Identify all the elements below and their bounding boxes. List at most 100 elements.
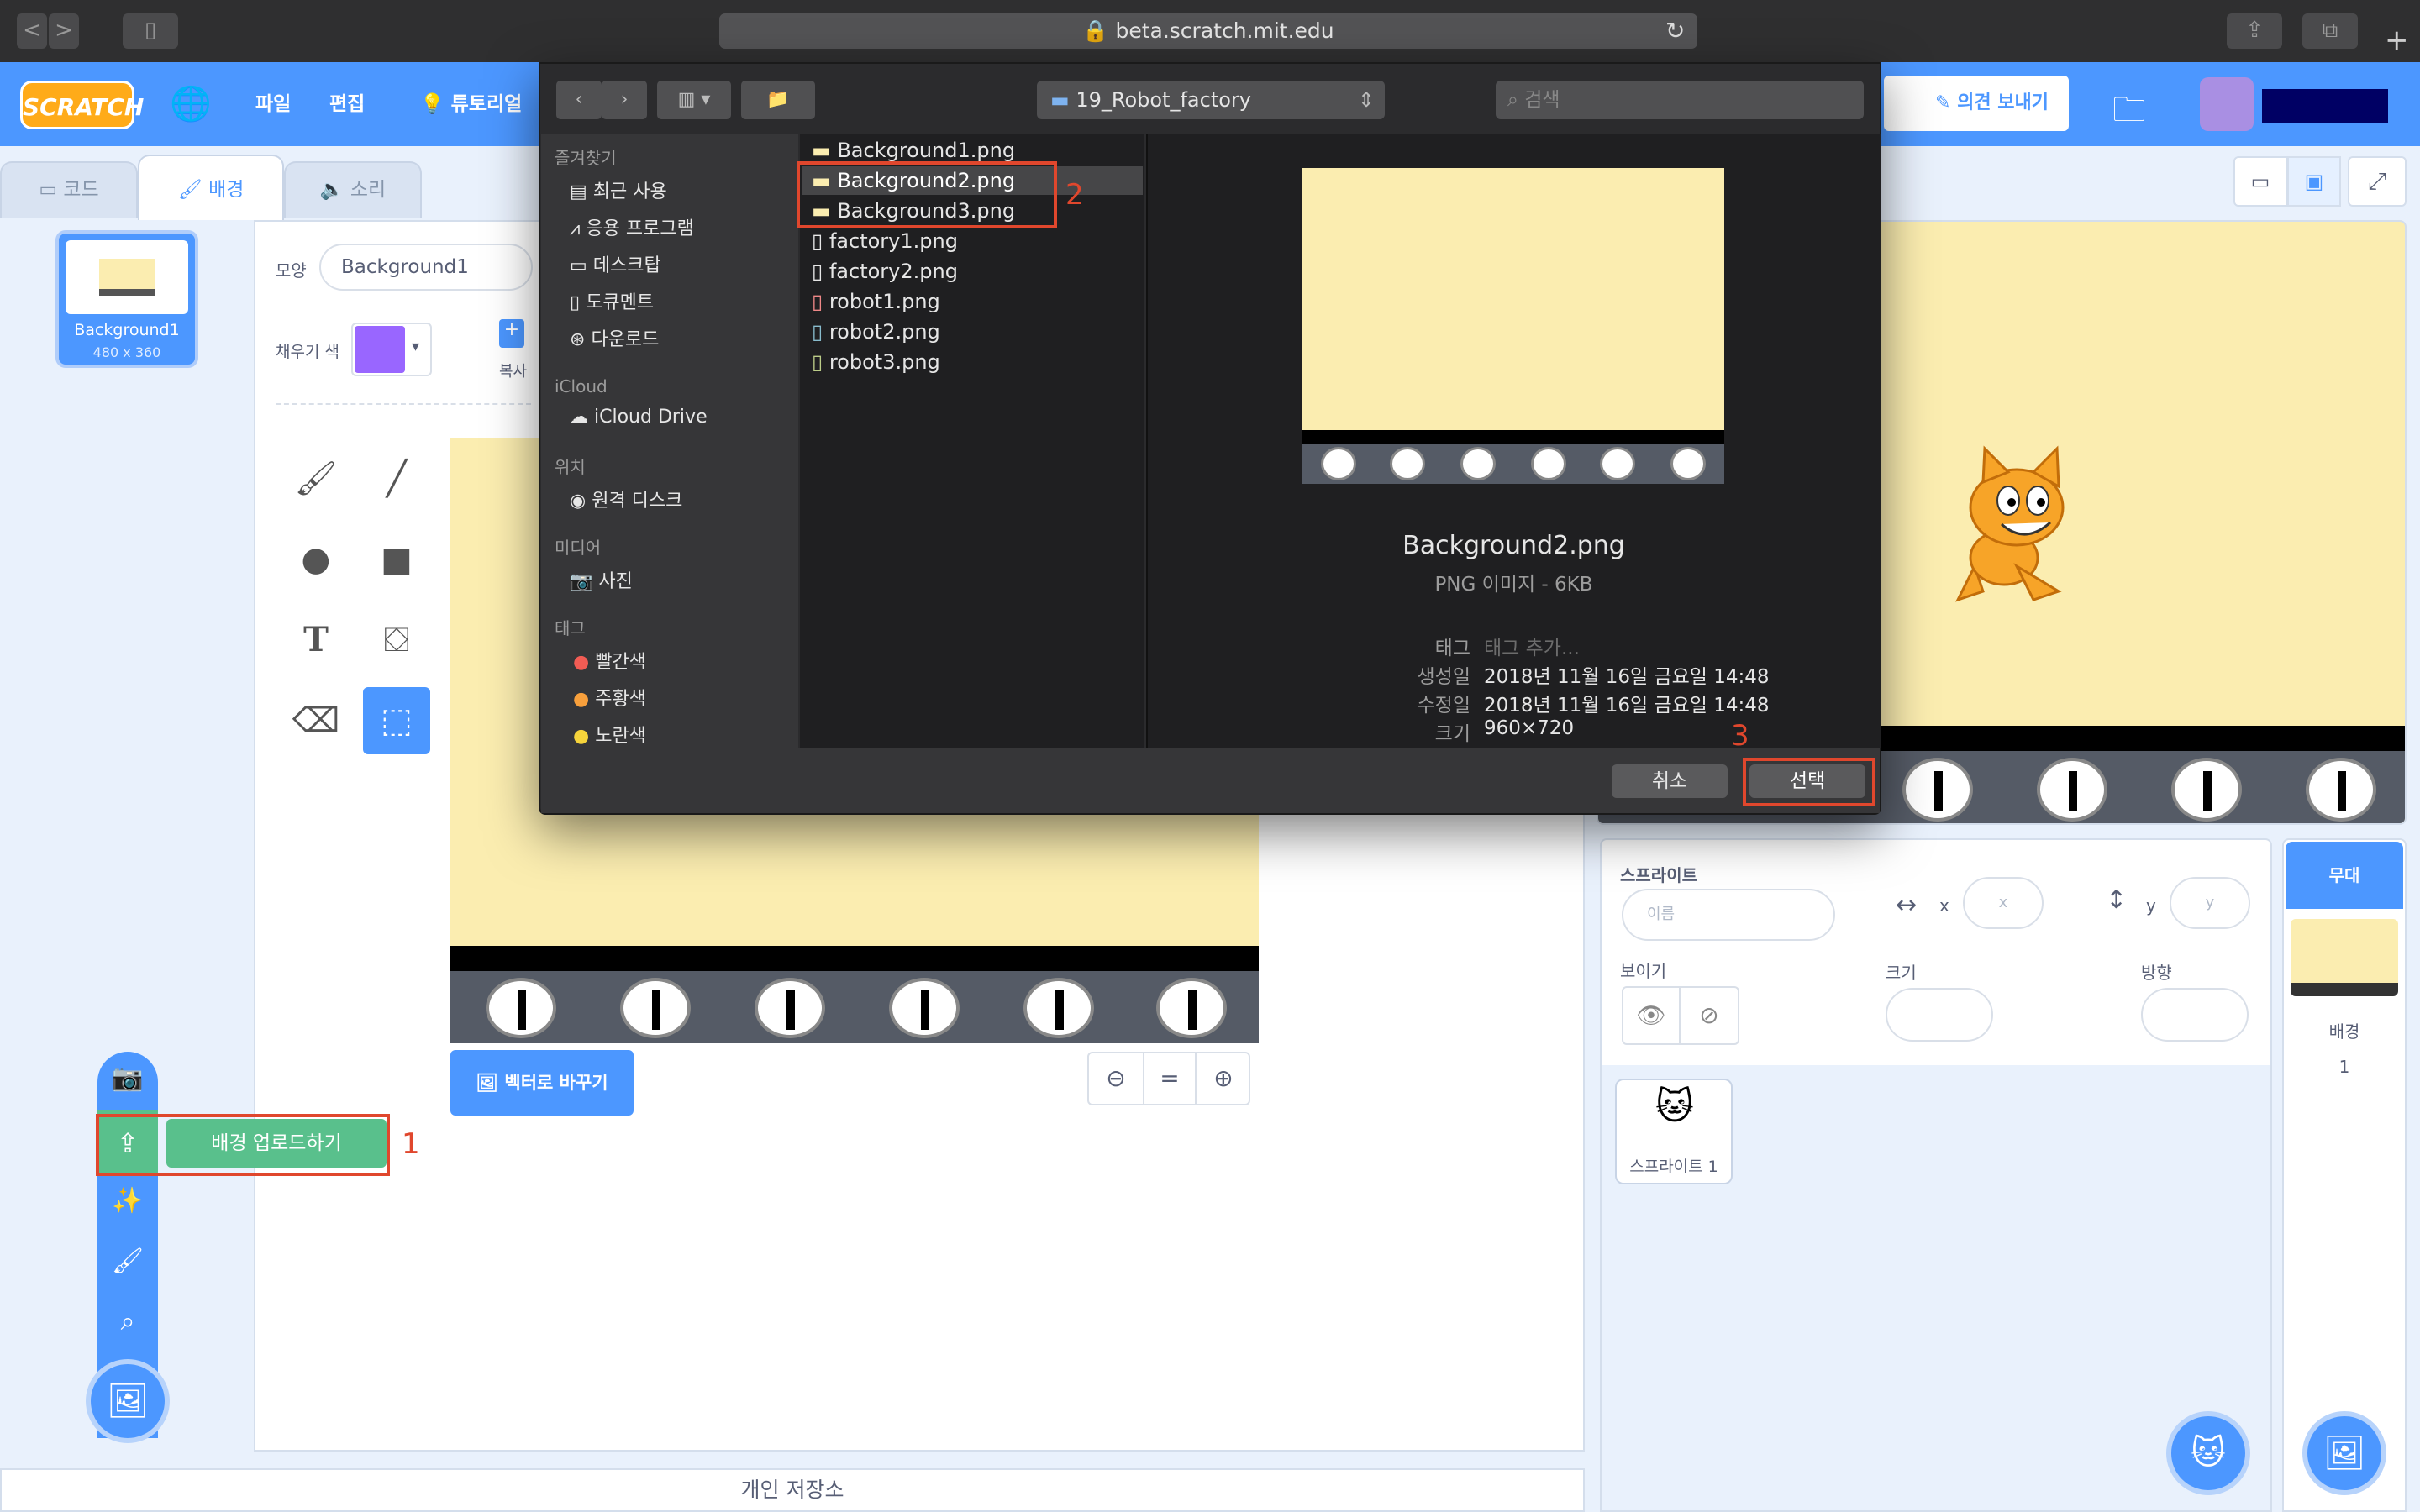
tab-backdrops[interactable]: 🖌 배경 — [138, 155, 284, 222]
sidebar-item-recents[interactable]: ▤ 최근 사용 — [570, 176, 667, 203]
line-tool-icon[interactable]: ╱ — [363, 445, 430, 512]
browser-forward-button[interactable]: > — [49, 13, 79, 49]
zoom-out-icon[interactable]: ⊖ — [1089, 1053, 1143, 1104]
file-item[interactable]: ▯ robot1.png — [812, 287, 940, 316]
rectangle-tool-icon[interactable]: ■ — [363, 526, 430, 593]
preview-image — [1302, 168, 1724, 484]
sidebar-item-applications[interactable]: ⩘ 응용 프로그램 — [570, 213, 694, 240]
add-backdrop-button[interactable]: 🖼 — [86, 1359, 170, 1443]
sidebar-item-photos[interactable]: 📷 사진 — [570, 566, 633, 593]
direction-input[interactable] — [2141, 988, 2249, 1042]
chevron-down-icon: ▾ — [412, 338, 420, 355]
image-icon: 🖼 — [476, 1073, 505, 1093]
file-item[interactable]: ▬ Background1.png — [812, 136, 1015, 165]
zoom-controls: ⊖ = ⊕ — [1087, 1052, 1250, 1105]
dialog-back-button[interactable]: ‹ — [556, 81, 602, 119]
tabs-overview-icon[interactable]: ⧉ — [2302, 13, 2358, 49]
add-sprite-button[interactable]: 🐱 — [2166, 1411, 2250, 1495]
share-icon[interactable]: ⇪ — [2227, 13, 2282, 49]
view-mode-button[interactable]: ▥ ▾ — [657, 81, 731, 119]
reload-icon[interactable]: ↻ — [1665, 13, 1685, 49]
menu-file[interactable]: 파일 — [255, 62, 291, 146]
horizontal-arrows-icon: ↔ — [1896, 890, 1918, 920]
annotation-number-3: 3 — [1731, 719, 1749, 753]
sidebar-tag-orange[interactable]: ● 주황색 — [573, 684, 646, 711]
wheel-icon — [1531, 447, 1566, 480]
updown-chevron-icon: ⇕ — [1357, 88, 1375, 112]
feedback-button[interactable]: ✎ 의견 보내기 — [1884, 76, 2069, 131]
new-folder-icon[interactable]: 📁 — [741, 81, 815, 119]
fill-color-picker[interactable]: ▾ — [351, 323, 432, 376]
tab-sounds[interactable]: 🔈 소리 — [284, 161, 422, 218]
sprite-thumbnail[interactable]: 🐱 스프라이트 1 — [1615, 1079, 1733, 1184]
search-icon[interactable]: ⌕ — [97, 1307, 158, 1349]
sidebar-item-downloads[interactable]: ⊛ 다운로드 — [570, 324, 659, 351]
new-tab-button[interactable]: + — [2385, 24, 2409, 57]
backpack[interactable]: 개인 저장소 — [0, 1468, 1585, 1512]
annotation-number-2: 2 — [1065, 178, 1084, 212]
my-stuff-folder-icon[interactable]: 🗀 — [2112, 86, 2146, 143]
show-eye-icon[interactable]: 👁 — [1623, 988, 1681, 1043]
wheel-icon — [1600, 447, 1635, 480]
divider — [276, 403, 531, 405]
normal-stage-icon[interactable]: ▣ — [2287, 156, 2341, 207]
sidebar-tag-yellow[interactable]: ● 노란색 — [573, 721, 646, 748]
fullscreen-icon[interactable]: ⤢ — [2348, 156, 2407, 207]
size-input[interactable] — [1886, 988, 1993, 1042]
brush-tool-icon[interactable]: 🖌 — [282, 445, 350, 512]
wheel-icon — [1023, 978, 1094, 1038]
scratch-cat-sprite[interactable] — [1924, 440, 2092, 608]
address-bar[interactable]: 🔒 beta.scratch.mit.edu — [719, 13, 1697, 49]
cancel-button[interactable]: 취소 — [1612, 764, 1728, 798]
avatar[interactable] — [2200, 77, 2254, 131]
sidebar-item-desktop[interactable]: ▭ 데스크탑 — [570, 250, 661, 277]
fill-tool-icon[interactable]: ⛋ — [363, 606, 430, 674]
browser-back-button[interactable]: < — [17, 13, 47, 49]
text-tool-icon[interactable]: T — [282, 606, 350, 674]
circle-tool-icon[interactable]: ● — [282, 526, 350, 593]
username-redacted[interactable] — [2262, 89, 2388, 123]
y-input[interactable]: y — [2170, 877, 2250, 929]
stage-thumbnail[interactable] — [2291, 919, 2398, 996]
backdrop-thumbnail[interactable]: 1 Background1 480 x 360 — [55, 230, 198, 368]
language-globe-icon[interactable]: 🌐 — [170, 84, 212, 123]
wheel-icon — [2037, 758, 2107, 822]
downloads-icon: ⊛ — [570, 329, 592, 350]
convert-to-vector-button[interactable]: 🖼 벡터로 바꾸기 — [450, 1050, 634, 1116]
x-input[interactable]: x — [1963, 877, 2044, 929]
wheel-icon — [1156, 978, 1227, 1038]
scratch-logo[interactable]: SCRATCH — [20, 81, 144, 129]
zoom-reset-button[interactable]: = — [1143, 1053, 1197, 1104]
dialog-forward-button[interactable]: › — [602, 81, 647, 119]
sidebar-tag-red[interactable]: ● 빨간색 — [573, 647, 646, 674]
add-tags-field[interactable]: 태그 추가... — [1484, 632, 1580, 660]
sprite-name-input[interactable]: 이름 — [1622, 889, 1835, 941]
menu-edit[interactable]: 편집 — [329, 62, 365, 146]
surprise-icon[interactable]: ✨ — [97, 1186, 158, 1228]
sidebar-item-remote-disc[interactable]: ◉ 원격 디스크 — [570, 486, 682, 512]
file-item[interactable]: ▯ factory2.png — [812, 257, 958, 286]
file-item[interactable]: ▯ robot2.png — [812, 318, 940, 346]
camera-icon[interactable]: 📷 — [97, 1063, 158, 1105]
folder-selector[interactable]: ▬ 19_Robot_factory ⇕ — [1037, 81, 1385, 119]
sidebar-item-icloud-drive[interactable]: ☁ iCloud Drive — [570, 407, 708, 428]
paint-brush-icon[interactable]: 🖌 — [97, 1247, 158, 1289]
copy-icon[interactable]: + — [499, 319, 524, 348]
add-stage-backdrop-button[interactable]: 🖼 — [2302, 1411, 2386, 1495]
small-stage-icon[interactable]: ▭ — [2233, 156, 2287, 207]
file-item[interactable]: ▯ robot3.png — [812, 348, 940, 376]
wheel-icon — [755, 978, 825, 1038]
zoom-in-icon[interactable]: ⊕ — [1197, 1053, 1250, 1104]
png-file-icon: ▯ — [812, 260, 829, 283]
dialog-search-input[interactable]: ⌕ 검색 — [1496, 81, 1864, 119]
select-tool-icon[interactable]: ⬚ — [363, 687, 430, 754]
sidebar-toggle-icon[interactable]: ▯ — [123, 13, 178, 49]
menu-tutorials[interactable]: 💡 튜토리얼 — [420, 62, 522, 146]
tab-code[interactable]: ▭ 코드 — [0, 161, 138, 218]
file-item[interactable]: ▯ factory1.png — [812, 227, 958, 255]
costume-name-input[interactable]: Background1 — [319, 244, 533, 291]
sidebar-item-documents[interactable]: ▯ 도큐멘트 — [570, 287, 654, 314]
eraser-tool-icon[interactable]: ⌫ — [282, 687, 350, 754]
preview-filename: Background2.png — [1402, 531, 1625, 560]
hide-eye-icon[interactable]: ⊘ — [1681, 988, 1738, 1043]
